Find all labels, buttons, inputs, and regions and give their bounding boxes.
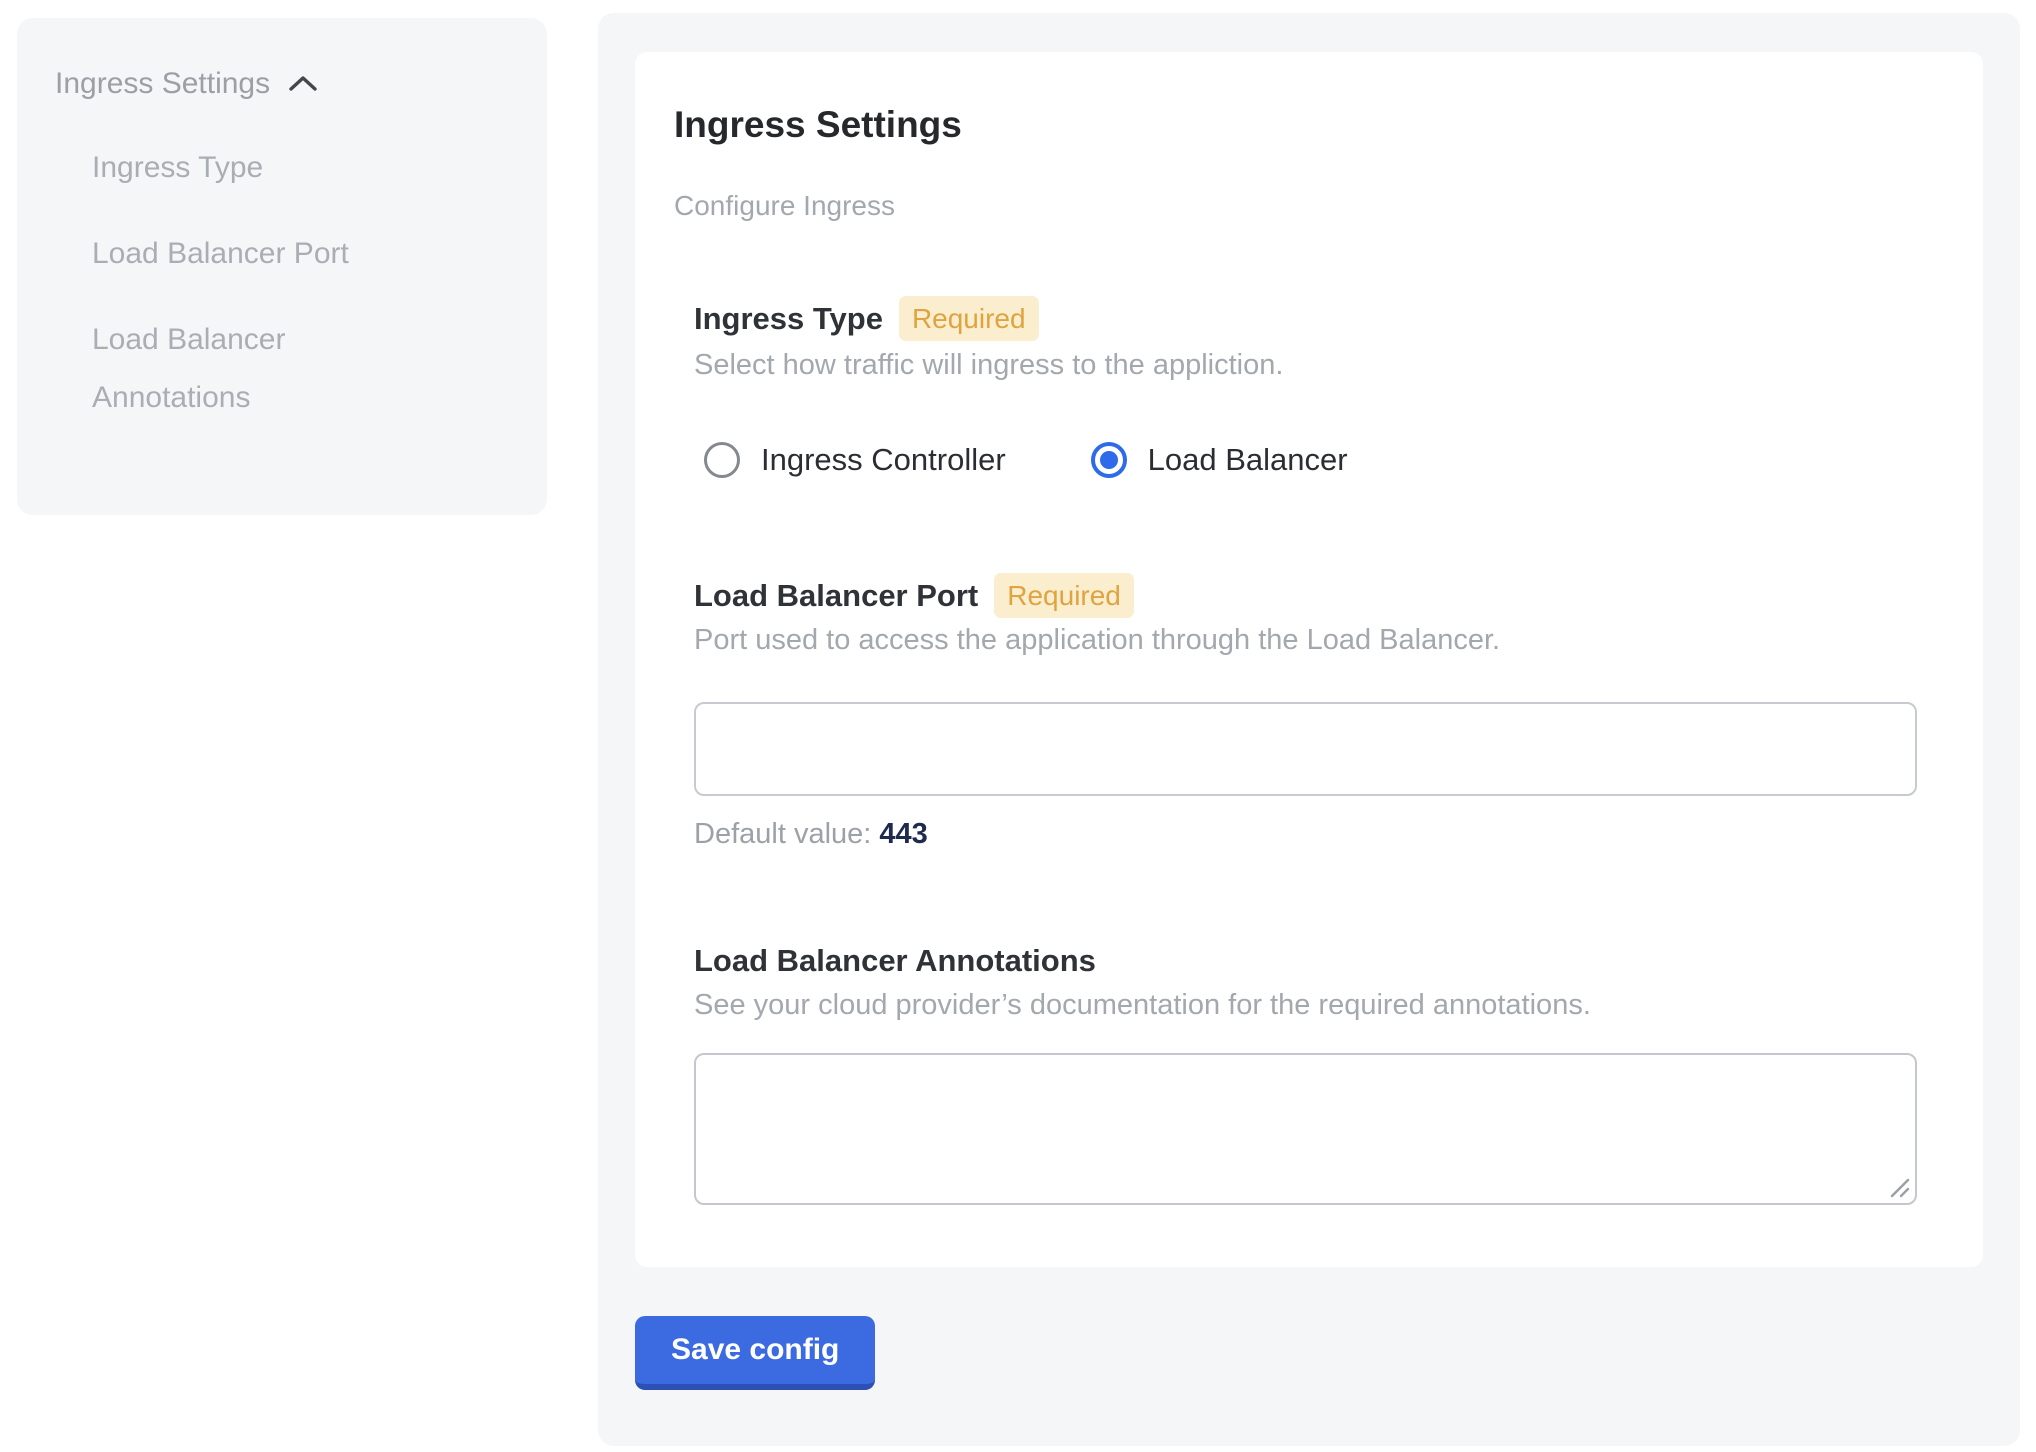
sidebar-nav-list: Ingress Type Load Balancer Port Load Bal… <box>55 139 517 427</box>
default-value-label: Default value: <box>694 818 871 850</box>
lb-annotations-textarea[interactable] <box>694 1053 1917 1205</box>
lb-port-input[interactable] <box>694 702 1917 796</box>
default-value: 443 <box>879 818 927 850</box>
settings-nav-sidebar: Ingress Settings Ingress Type Load Balan… <box>17 18 547 515</box>
radio-selected-icon <box>1091 442 1127 478</box>
lb-port-heading-row: Load Balancer Port Required <box>694 573 1923 618</box>
radio-option-load-balancer[interactable]: Load Balancer <box>1091 441 1348 479</box>
page-title: Ingress Settings <box>674 102 1923 148</box>
sidebar-section-label: Ingress Settings <box>55 64 270 104</box>
settings-panel: Ingress Settings Configure Ingress Ingre… <box>598 13 2020 1446</box>
radio-option-ingress-controller[interactable]: Ingress Controller <box>704 441 1006 479</box>
radio-option-label: Ingress Controller <box>761 441 1006 479</box>
required-badge: Required <box>899 296 1039 341</box>
lb-port-default-line: Default value:443 <box>694 814 1923 854</box>
required-badge: Required <box>994 573 1134 618</box>
lb-annotations-label: Load Balancer Annotations <box>694 939 1096 983</box>
ingress-type-radio-group: Ingress Controller Load Balancer <box>694 441 1923 479</box>
sidebar-item-load-balancer-annotations[interactable]: Load Balancer Annotations <box>92 311 372 427</box>
ingress-type-heading-row: Ingress Type Required <box>694 296 1923 341</box>
chevron-up-icon <box>288 74 318 94</box>
lb-annotations-description: See your cloud provider’s documentation … <box>694 985 1923 1025</box>
ingress-settings-card: Ingress Settings Configure Ingress Ingre… <box>635 52 1983 1267</box>
form-sections: Ingress Type Required Select how traffic… <box>694 296 1923 1205</box>
ingress-type-label: Ingress Type <box>694 297 883 341</box>
ingress-type-description: Select how traffic will ingress to the a… <box>694 345 1923 385</box>
resize-handle-icon[interactable] <box>1885 1173 1911 1199</box>
radio-option-label: Load Balancer <box>1148 441 1348 479</box>
lb-annotations-heading-row: Load Balancer Annotations <box>694 939 1923 983</box>
lb-annotations-field-wrap <box>694 1053 1917 1205</box>
lb-port-description: Port used to access the application thro… <box>694 620 1923 660</box>
sidebar-item-ingress-type[interactable]: Ingress Type <box>92 139 372 197</box>
save-config-button[interactable]: Save config <box>635 1316 875 1390</box>
page-subtitle: Configure Ingress <box>674 188 1923 224</box>
radio-unselected-icon <box>704 442 740 478</box>
sidebar-section-toggle[interactable]: Ingress Settings <box>55 64 517 104</box>
sidebar-item-load-balancer-port[interactable]: Load Balancer Port <box>92 225 372 283</box>
lb-port-label: Load Balancer Port <box>694 574 978 618</box>
